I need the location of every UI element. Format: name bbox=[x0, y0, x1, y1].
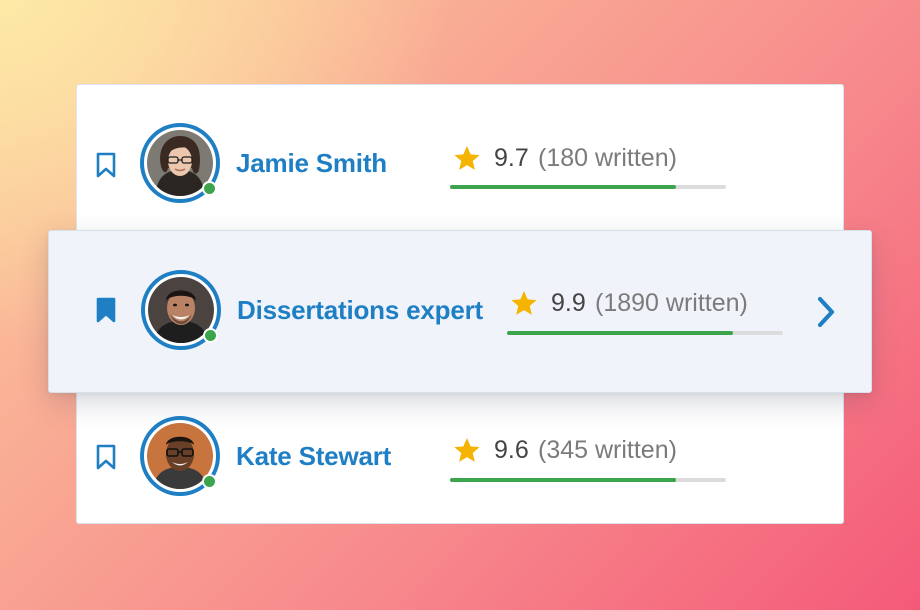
online-status-indicator bbox=[203, 328, 218, 343]
progress-bar-fill bbox=[450, 185, 677, 189]
star-icon bbox=[454, 438, 480, 462]
online-status-indicator bbox=[202, 474, 217, 489]
avatar[interactable] bbox=[140, 416, 220, 496]
progress-bar-fill bbox=[507, 331, 734, 335]
progress-bar bbox=[507, 331, 783, 335]
orders-written-count: (345 written) bbox=[538, 436, 677, 464]
rating-score: 9.6 bbox=[494, 436, 529, 464]
progress-bar-fill bbox=[450, 478, 677, 482]
avatar[interactable] bbox=[141, 270, 221, 350]
writer-row[interactable]: Jamie Smith 9.7 (180 written) bbox=[76, 84, 844, 230]
writer-name[interactable]: Kate Stewart bbox=[236, 441, 391, 472]
writer-row-selected[interactable]: Dissertations expert 9.9 (1890 written) bbox=[48, 230, 872, 393]
orders-written-count: (180 written) bbox=[538, 144, 677, 172]
orders-written-count: (1890 written) bbox=[595, 289, 748, 317]
star-icon bbox=[454, 146, 480, 170]
rating-score: 9.9 bbox=[551, 289, 586, 317]
chevron-right-icon[interactable] bbox=[815, 295, 837, 329]
rating-score: 9.7 bbox=[494, 144, 529, 172]
progress-bar bbox=[450, 185, 726, 189]
writer-row[interactable]: Kate Stewart 9.6 (345 written) bbox=[76, 378, 844, 524]
avatar[interactable] bbox=[140, 123, 220, 203]
online-status-indicator bbox=[202, 181, 217, 196]
bookmark-filled-icon[interactable] bbox=[95, 297, 117, 323]
star-icon bbox=[511, 291, 537, 315]
progress-bar bbox=[450, 478, 726, 482]
writer-name[interactable]: Jamie Smith bbox=[236, 148, 387, 179]
writer-name[interactable]: Dissertations expert bbox=[237, 295, 483, 326]
bookmark-icon[interactable] bbox=[95, 444, 117, 470]
bookmark-icon[interactable] bbox=[95, 152, 117, 178]
